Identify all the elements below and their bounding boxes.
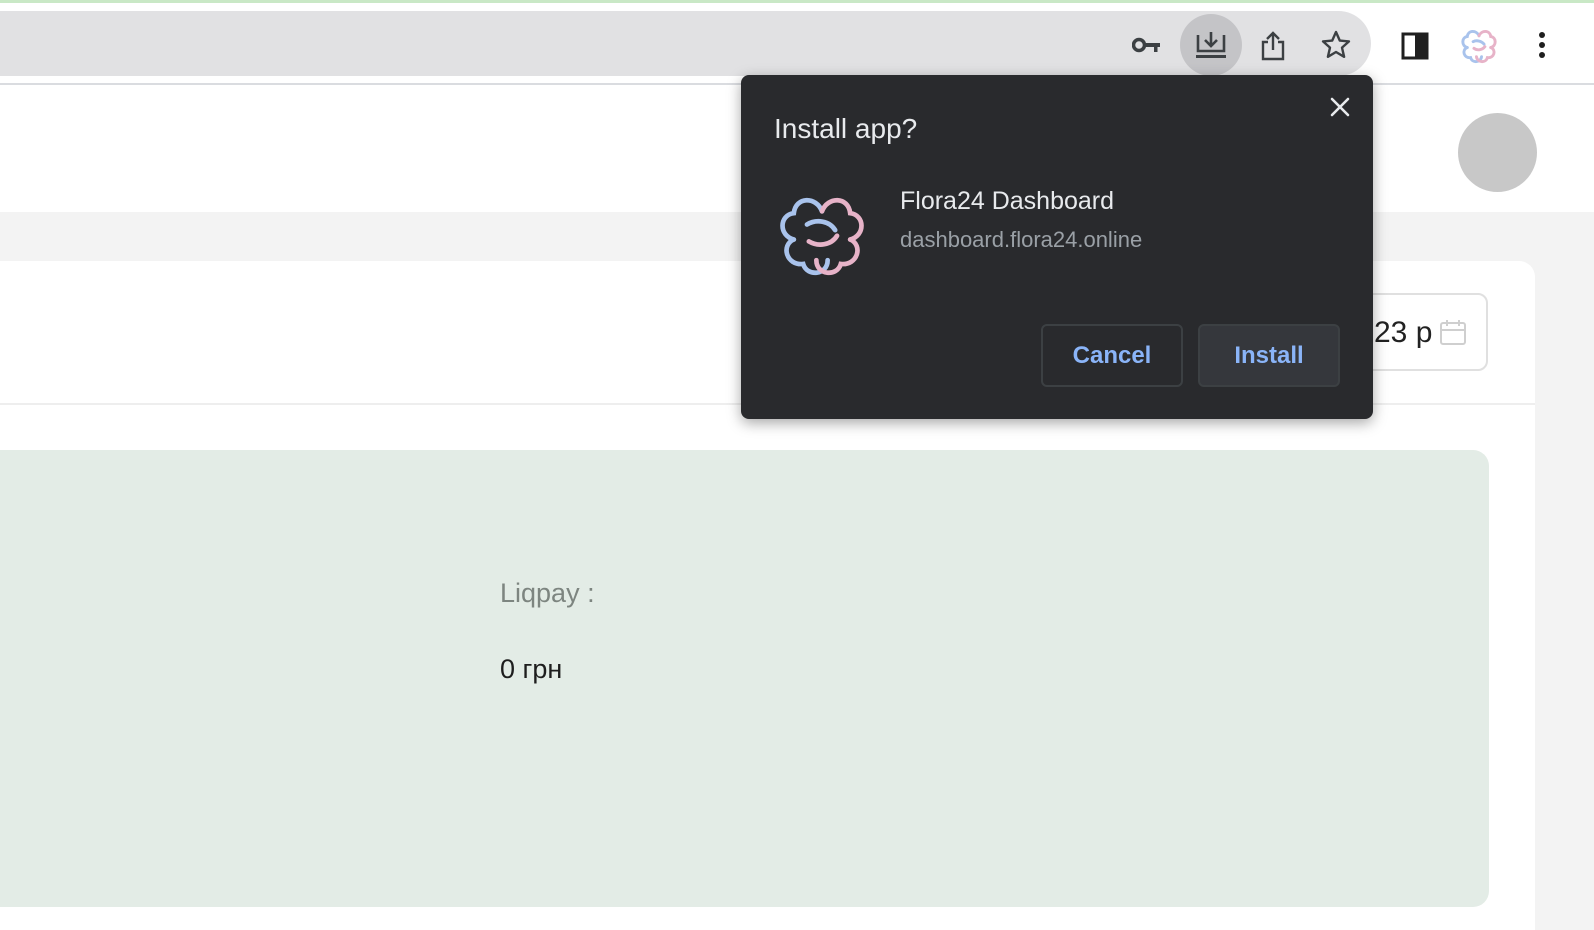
- app-url: dashboard.flora24.online: [900, 227, 1143, 252]
- install-app-dialog: Install app? Flora24 Dashboard dashboard…: [741, 75, 1373, 419]
- avatar[interactable]: [1458, 113, 1537, 192]
- star-icon[interactable]: [1313, 22, 1359, 68]
- app-logo-icon: [775, 185, 869, 279]
- dialog-title: Install app?: [774, 113, 918, 144]
- install-button[interactable]: Install: [1198, 324, 1340, 387]
- calendar-icon: [1439, 319, 1467, 347]
- date-field-value: 23 р: [1374, 316, 1433, 349]
- liqpay-label: Liqpay :: [500, 578, 595, 608]
- stats-panel: [0, 450, 1489, 907]
- close-icon[interactable]: [1324, 91, 1356, 123]
- app-name: Flora24 Dashboard: [900, 187, 1115, 215]
- share-icon[interactable]: [1250, 23, 1296, 69]
- browser-toolbar: [0, 3, 1594, 85]
- side-panel-icon[interactable]: [1392, 23, 1438, 69]
- extension-icon[interactable]: [1455, 21, 1503, 69]
- cancel-button[interactable]: Cancel: [1041, 324, 1183, 387]
- install-app-icon[interactable]: [1180, 14, 1242, 76]
- key-icon[interactable]: [1125, 23, 1169, 67]
- menu-icon[interactable]: [1520, 23, 1564, 67]
- liqpay-value: 0 грн: [500, 654, 563, 684]
